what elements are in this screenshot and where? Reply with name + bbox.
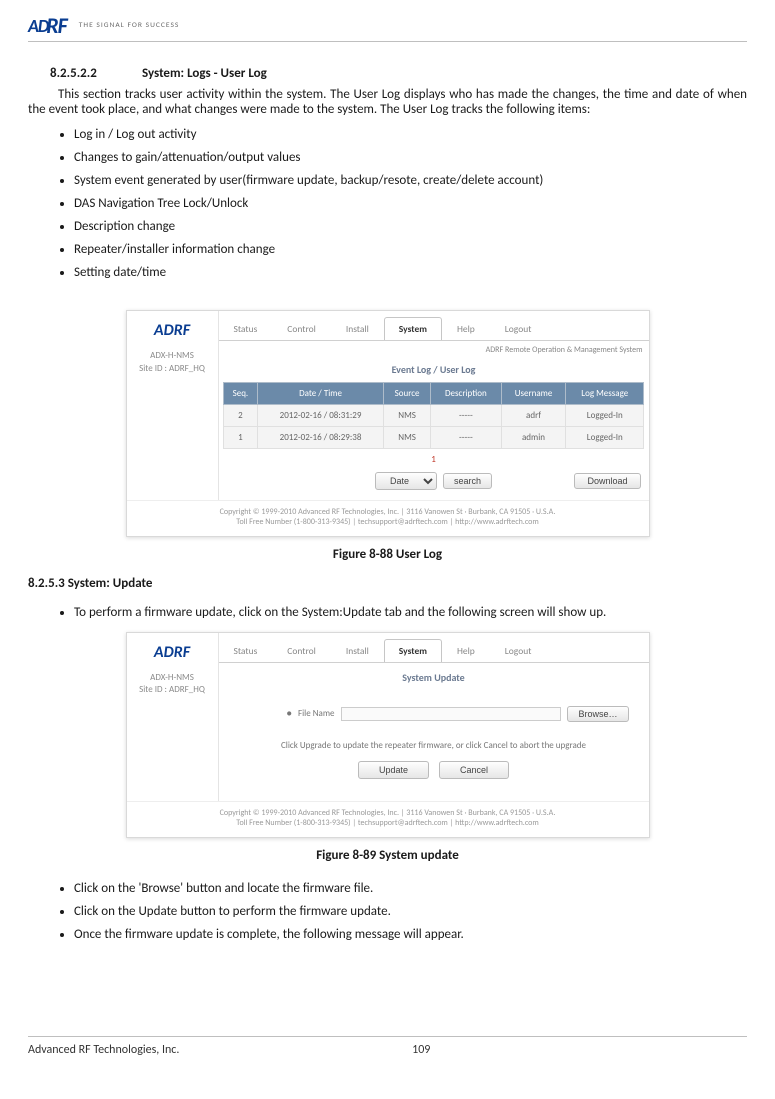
screenshot-update: ADRF ADX-H-NMS Site ID : ADRF_HQ Status … xyxy=(126,632,650,838)
list-item: DAS Navigation Tree Lock/Unlock xyxy=(74,192,747,215)
cell-desc: ----- xyxy=(431,427,501,449)
list-item: System event generated by user(firmware … xyxy=(74,169,747,192)
bullet-list: Log in / Log out activity Changes to gai… xyxy=(62,123,747,284)
cell-seq: 1 xyxy=(223,427,257,449)
update-buttons: Update Cancel xyxy=(227,761,641,789)
tab-logout[interactable]: Logout xyxy=(490,639,547,662)
list-item: Changes to gain/attenuation/output value… xyxy=(74,146,747,169)
col-description: Description xyxy=(431,383,501,405)
cell-src: NMS xyxy=(384,405,431,427)
section-heading: 8.2.5.2.2 System: Logs - User Log xyxy=(50,66,747,81)
section-title: System: Logs - User Log xyxy=(142,66,267,81)
update-button[interactable]: Update xyxy=(358,761,429,779)
tab-bar: Status Control Install System Help Logou… xyxy=(219,311,649,341)
userlog-table: Seq. Date / Time Source Description User… xyxy=(223,382,644,449)
cell-desc: ----- xyxy=(431,405,501,427)
footer-company: Advanced RF Technologies, Inc. xyxy=(28,1043,179,1057)
mini-logo: ADRF xyxy=(135,643,210,662)
figure-update: ADRF ADX-H-NMS Site ID : ADRF_HQ Status … xyxy=(28,632,747,838)
bullet-list: To perform a firmware update, click on t… xyxy=(62,601,747,624)
logo-left: AD xyxy=(28,15,48,37)
list-item: Once the firmware update is complete, th… xyxy=(74,923,747,946)
page-header: ADRF THE SIGNAL FOR SUCCESS xyxy=(28,12,747,42)
table-row: 1 2012-02-16 / 08:29:38 NMS ----- admin … xyxy=(223,427,643,449)
file-name-label: File Name xyxy=(298,708,335,719)
figure-caption: Figure 8-89 System update xyxy=(28,848,747,863)
col-datetime: Date / Time xyxy=(258,383,384,405)
contact-line: Toll Free Number (1-800-313-9345) | tech… xyxy=(135,818,641,828)
file-row: ● File Name Browse… xyxy=(227,696,641,736)
cell-dt: 2012-02-16 / 08:31:29 xyxy=(258,405,384,427)
logo-tagline: THE SIGNAL FOR SUCCESS xyxy=(79,21,180,30)
cell-src: NMS xyxy=(384,427,431,449)
col-source: Source xyxy=(384,383,431,405)
pager[interactable]: 1 xyxy=(219,449,649,468)
cancel-button[interactable]: Cancel xyxy=(439,761,509,779)
tab-help[interactable]: Help xyxy=(442,317,490,340)
list-item: Click on the 'Browse' button and locate … xyxy=(74,877,747,900)
bullet-list: Click on the 'Browse' button and locate … xyxy=(62,877,747,946)
cell-msg: Logged-In xyxy=(566,427,644,449)
filter-select[interactable]: Date xyxy=(375,472,437,490)
col-seq: Seq. xyxy=(223,383,257,405)
tab-bar: Status Control Install System Help Logou… xyxy=(219,633,649,663)
tab-install[interactable]: Install xyxy=(331,639,384,662)
update-hint: Click Upgrade to update the repeater fir… xyxy=(227,736,641,761)
screenshot-footer: Copyright © 1999-2010 Advanced RF Techno… xyxy=(127,500,649,536)
logo-right: RF xyxy=(46,12,66,39)
sidebar-line: Site ID : ADRF_HQ xyxy=(135,363,210,376)
search-button[interactable]: search xyxy=(443,473,492,489)
tab-status[interactable]: Status xyxy=(219,639,273,662)
tab-status[interactable]: Status xyxy=(219,317,273,340)
list-item: Click on the Update button to perform th… xyxy=(74,900,747,923)
file-radio-icon[interactable]: ● xyxy=(287,708,292,719)
section-heading-update: 8.2.5.3 System: Update xyxy=(28,576,747,591)
cell-user: admin xyxy=(501,427,566,449)
screenshot-userlog: ADRF ADX-H-NMS Site ID : ADRF_HQ Status … xyxy=(126,310,650,537)
copyright-line: Copyright © 1999-2010 Advanced RF Techno… xyxy=(135,507,641,517)
tab-control[interactable]: Control xyxy=(272,639,331,662)
col-username: Username xyxy=(501,383,566,405)
sidebar: ADRF ADX-H-NMS Site ID : ADRF_HQ xyxy=(127,633,219,801)
cell-seq: 2 xyxy=(223,405,257,427)
header-subtitle: ADRF Remote Operation & Management Syste… xyxy=(219,341,649,359)
list-item: Setting date/time xyxy=(74,261,747,284)
download-button[interactable]: Download xyxy=(574,473,640,489)
cell-dt: 2012-02-16 / 08:29:38 xyxy=(258,427,384,449)
col-logmessage: Log Message xyxy=(566,383,644,405)
footer-page-number: 109 xyxy=(412,1043,430,1057)
section-number: 8.2.5.2.2 xyxy=(50,66,142,81)
section-paragraph: This section tracks user activity within… xyxy=(28,87,747,117)
sidebar-line: Site ID : ADRF_HQ xyxy=(135,684,210,697)
list-item: To perform a firmware update, click on t… xyxy=(74,601,747,624)
tab-control[interactable]: Control xyxy=(272,317,331,340)
company-logo: ADRF xyxy=(28,12,67,39)
table-row: 2 2012-02-16 / 08:31:29 NMS ----- adrf L… xyxy=(223,405,643,427)
sidebar: ADRF ADX-H-NMS Site ID : ADRF_HQ xyxy=(127,311,219,500)
contact-line: Toll Free Number (1-800-313-9345) | tech… xyxy=(135,517,641,527)
panel-title: Event Log / User Log xyxy=(219,359,649,382)
sidebar-line: ADX-H-NMS xyxy=(135,672,210,685)
screenshot-footer: Copyright © 1999-2010 Advanced RF Techno… xyxy=(127,801,649,837)
copyright-line: Copyright © 1999-2010 Advanced RF Techno… xyxy=(135,808,641,818)
list-item: Repeater/installer information change xyxy=(74,238,747,261)
cell-msg: Logged-In xyxy=(566,405,644,427)
figure-caption: Figure 8-88 User Log xyxy=(28,547,747,562)
file-name-input[interactable] xyxy=(341,707,562,721)
tab-help[interactable]: Help xyxy=(442,639,490,662)
page-footer: Advanced RF Technologies, Inc. 109 xyxy=(28,1036,747,1057)
browse-button[interactable]: Browse… xyxy=(567,706,628,722)
tab-system[interactable]: System xyxy=(384,317,442,340)
cell-user: adrf xyxy=(501,405,566,427)
tab-logout[interactable]: Logout xyxy=(490,317,547,340)
list-item: Log in / Log out activity xyxy=(74,123,747,146)
figure-userlog: ADRF ADX-H-NMS Site ID : ADRF_HQ Status … xyxy=(28,310,747,537)
sidebar-line: ADX-H-NMS xyxy=(135,350,210,363)
list-item: Description change xyxy=(74,215,747,238)
tab-system[interactable]: System xyxy=(384,639,442,662)
mini-logo: ADRF xyxy=(135,321,210,340)
panel-title: System Update xyxy=(219,663,649,690)
tab-install[interactable]: Install xyxy=(331,317,384,340)
filter-row: Date search Download xyxy=(219,468,649,500)
